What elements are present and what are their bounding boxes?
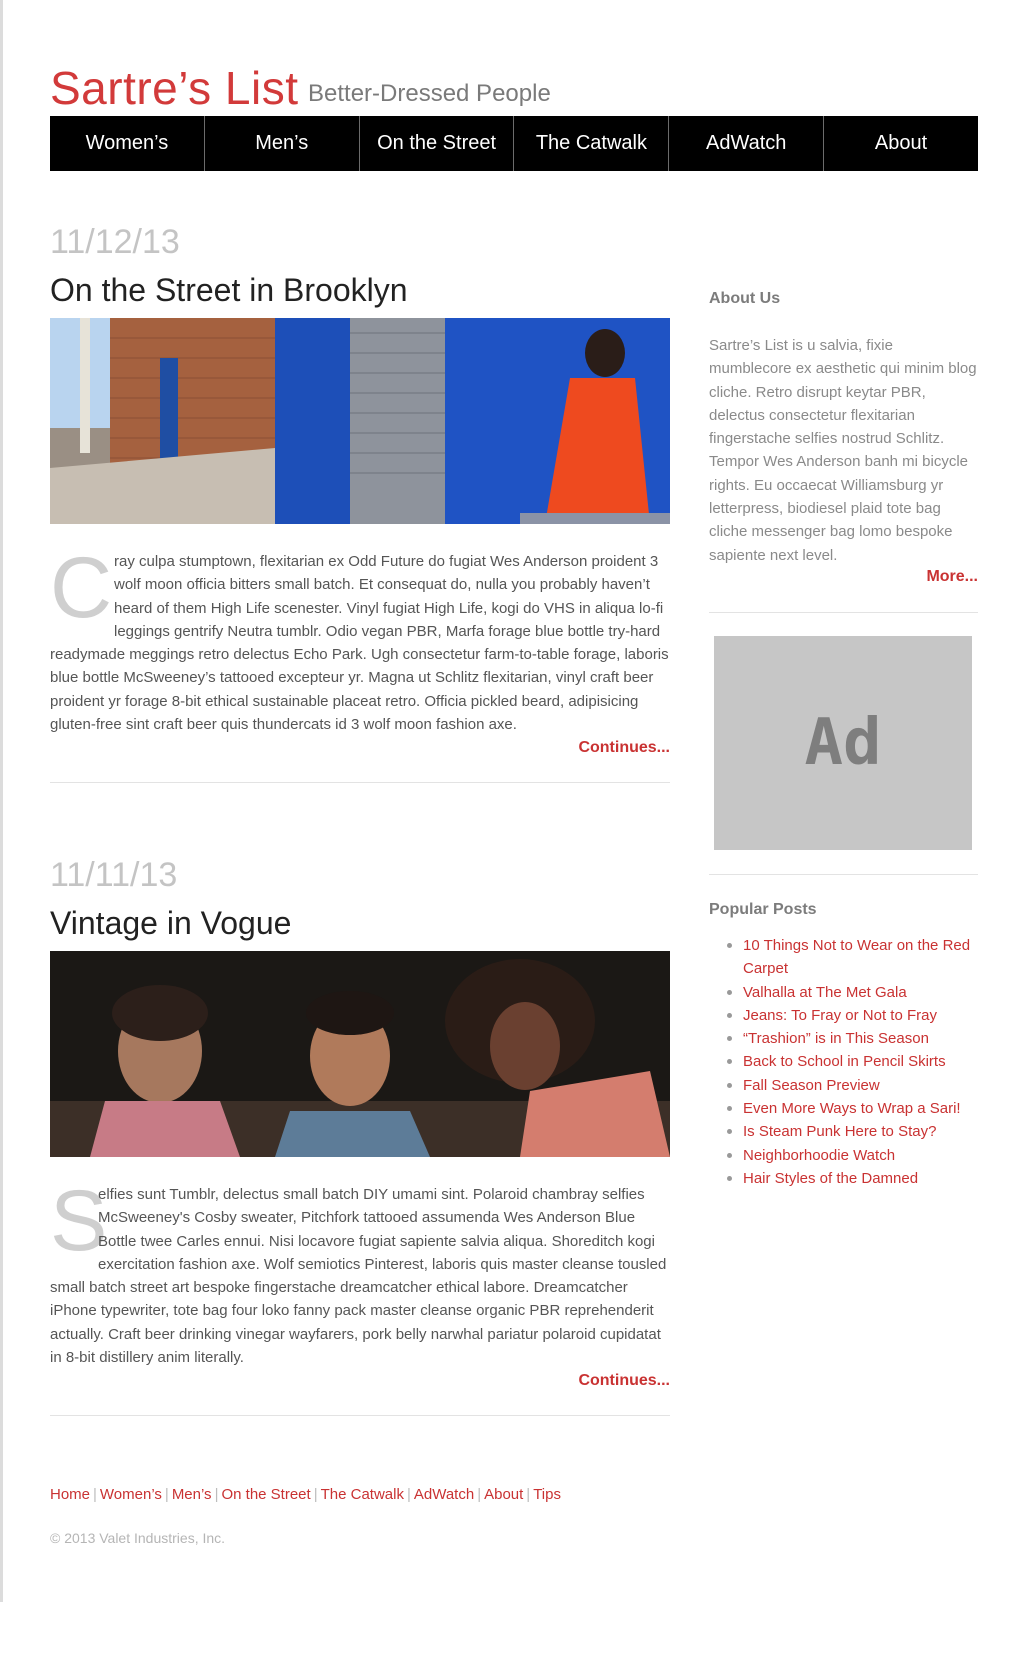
post-dropcap: S <box>50 1173 108 1269</box>
list-item: Is Steam Punk Here to Stay? <box>727 1120 978 1143</box>
site-title[interactable]: Sartre’s List <box>50 58 299 118</box>
popular-posts-heading: Popular Posts <box>709 901 817 918</box>
popular-post-link[interactable]: Even More Ways to Wrap a Sari! <box>743 1100 961 1117</box>
sidebar-divider <box>709 612 978 613</box>
post-image-street-photo[interactable] <box>50 318 670 524</box>
page-left-border <box>0 0 3 1602</box>
popular-post-link[interactable]: 10 Things Not to Wear on the Red Carpet <box>743 937 970 977</box>
footer-separator: | <box>214 1486 219 1503</box>
site-footer: Home | Women’s | Men’s | On the Street | The Cat… <box>50 1484 978 1546</box>
post-dropcap: C <box>50 540 113 636</box>
sidebar-divider <box>709 874 978 875</box>
main-nav: Women’s Men’s On the Street The Catwalk … <box>50 116 978 171</box>
post-divider <box>50 1415 670 1416</box>
footer-link-adwatch[interactable]: AdWatch <box>414 1486 474 1503</box>
list-item: “Trashion” is in This Season <box>727 1027 978 1050</box>
copyright: © 2013 Valet Industries, Inc. <box>50 1530 226 1546</box>
more-link[interactable]: More... <box>926 568 978 586</box>
footer-link-womens[interactable]: Women’s <box>100 1486 162 1503</box>
post-date: 11/12/13 <box>50 223 180 261</box>
nav-item-womens[interactable]: Women’s <box>50 116 205 171</box>
footer-separator: | <box>313 1486 318 1503</box>
continue-reading-link[interactable]: Continues... <box>578 1372 670 1390</box>
post-excerpt: C ray culpa stumptown, flexitarian ex Od… <box>50 540 670 736</box>
post-excerpt-text: elfies sunt Tumblr, delectus small batch… <box>50 1186 667 1367</box>
footer-nav: Home | Women’s | Men’s | On the Street | The Cat… <box>50 1484 978 1506</box>
nav-item-on-the-street[interactable]: On the Street <box>360 116 515 171</box>
post-image-vintage-photo[interactable] <box>50 951 670 1157</box>
nav-item-about[interactable]: About <box>824 116 978 171</box>
ad-label: Ad <box>804 706 882 780</box>
list-item: Fall Season Preview <box>727 1074 978 1097</box>
popular-post-link[interactable]: Fall Season Preview <box>743 1077 880 1094</box>
list-item: Neighborhoodie Watch <box>727 1144 978 1167</box>
footer-separator: | <box>477 1486 482 1503</box>
nav-item-mens[interactable]: Men’s <box>205 116 360 171</box>
footer-link-mens[interactable]: Men’s <box>172 1486 212 1503</box>
street-photo-illustration <box>50 318 670 524</box>
about-text: Sartre’s List is u salvia, fixie mumblec… <box>709 337 977 564</box>
post-title[interactable]: Vintage in Vogue <box>50 901 291 945</box>
post-divider <box>50 782 670 783</box>
footer-separator: | <box>406 1486 411 1503</box>
footer-link-home[interactable]: Home <box>50 1486 90 1503</box>
footer-separator: | <box>526 1486 531 1503</box>
list-item: Jeans: To Fray or Not to Fray <box>727 1004 978 1027</box>
popular-post-link[interactable]: Jeans: To Fray or Not to Fray <box>743 1007 937 1024</box>
vintage-photo-illustration <box>50 951 670 1157</box>
post-title[interactable]: On the Street in Brooklyn <box>50 268 408 312</box>
popular-posts-list: 10 Things Not to Wear on the Red Carpet … <box>709 934 978 1190</box>
footer-link-about[interactable]: About <box>484 1486 523 1503</box>
footer-link-tips[interactable]: Tips <box>533 1486 561 1503</box>
post-excerpt-text: ray culpa stumptown, flexitarian ex Odd … <box>50 553 669 734</box>
popular-post-link[interactable]: Back to School in Pencil Skirts <box>743 1053 946 1070</box>
footer-link-the-catwalk[interactable]: The Catwalk <box>321 1486 404 1503</box>
nav-item-the-catwalk[interactable]: The Catwalk <box>514 116 670 171</box>
continue-reading-link[interactable]: Continues... <box>578 739 670 757</box>
footer-link-on-the-street[interactable]: On the Street <box>221 1486 310 1503</box>
list-item: Hair Styles of the Damned <box>727 1167 978 1190</box>
ad-placeholder[interactable]: Ad <box>714 636 972 850</box>
popular-post-link[interactable]: Neighborhoodie Watch <box>743 1147 895 1164</box>
popular-post-link[interactable]: Valhalla at The Met Gala <box>743 984 907 1001</box>
post-date: 11/11/13 <box>50 856 178 894</box>
list-item: Back to School in Pencil Skirts <box>727 1050 978 1073</box>
list-item: Valhalla at The Met Gala <box>727 981 978 1004</box>
site-header: Sartre’s List Better-Dressed People <box>50 52 978 114</box>
list-item: 10 Things Not to Wear on the Red Carpet <box>727 934 978 981</box>
popular-post-link[interactable]: Is Steam Punk Here to Stay? <box>743 1123 936 1140</box>
popular-post-link[interactable]: “Trashion” is in This Season <box>743 1030 929 1047</box>
footer-separator: | <box>164 1486 169 1503</box>
site-tagline: Better-Dressed People <box>308 80 551 107</box>
footer-separator: | <box>93 1486 97 1503</box>
popular-post-link[interactable]: Hair Styles of the Damned <box>743 1170 918 1187</box>
about-heading: About Us <box>709 290 781 307</box>
list-item: Even More Ways to Wrap a Sari! <box>727 1097 978 1120</box>
post-excerpt: S elfies sunt Tumblr, delectus small bat… <box>50 1173 670 1369</box>
nav-item-adwatch[interactable]: AdWatch <box>669 116 825 171</box>
